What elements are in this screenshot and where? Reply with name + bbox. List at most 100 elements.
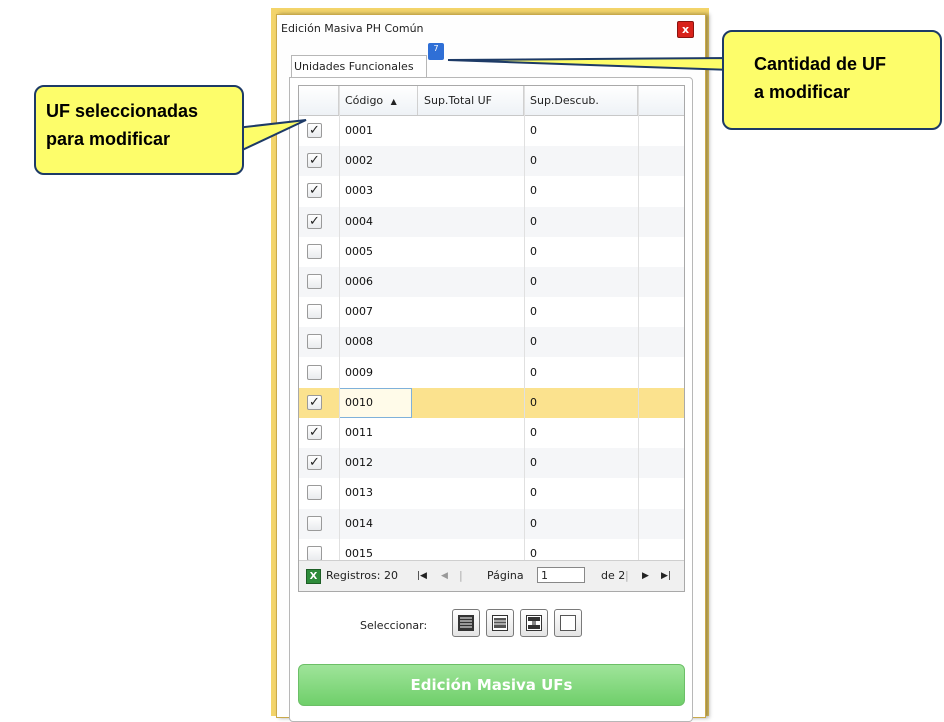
row-checkbox[interactable]: ✓ bbox=[307, 425, 322, 440]
cell-sup-total[interactable] bbox=[418, 478, 524, 508]
edicion-masiva-button[interactable]: Edición Masiva UFs bbox=[298, 664, 685, 706]
select-filter-icon bbox=[526, 615, 542, 631]
callout-right-line2: a modificar bbox=[754, 82, 851, 102]
table-row[interactable]: 0007 0 bbox=[299, 297, 684, 327]
cell-sup-descub[interactable]: 0 bbox=[524, 267, 638, 297]
cell-sup-total[interactable] bbox=[418, 327, 524, 357]
row-checkbox[interactable]: ✓ bbox=[307, 183, 322, 199]
cell-sup-total[interactable] bbox=[418, 509, 524, 539]
close-button[interactable]: x bbox=[677, 21, 694, 38]
cell-sup-total[interactable] bbox=[418, 116, 524, 146]
cell-sup-total[interactable] bbox=[418, 358, 524, 388]
cell-sup-descub[interactable]: 0 bbox=[524, 146, 638, 176]
page-number-input[interactable]: 1 bbox=[537, 567, 585, 583]
table-row[interactable]: 0014 0 bbox=[299, 508, 684, 539]
header-sup-total[interactable]: Sup.Total UF bbox=[418, 86, 524, 115]
row-checkbox[interactable] bbox=[307, 274, 322, 289]
row-checkbox[interactable]: ✓ bbox=[307, 153, 322, 169]
table-row[interactable]: 0005 0 bbox=[299, 237, 684, 267]
cell-codigo[interactable]: 0003 bbox=[339, 176, 412, 206]
cell-sup-total[interactable] bbox=[418, 388, 524, 418]
next-page-button[interactable]: ▶ bbox=[642, 569, 649, 583]
cell-sup-descub[interactable]: 0 bbox=[524, 116, 638, 146]
header-codigo-label: Código bbox=[345, 94, 384, 107]
cell-sup-total[interactable] bbox=[418, 207, 524, 237]
table-row[interactable]: ✓ 0002 0 bbox=[299, 146, 684, 177]
cell-sup-total[interactable] bbox=[418, 267, 524, 297]
cell-codigo[interactable]: 0005 bbox=[339, 237, 412, 267]
tab-count-badge: 7 bbox=[428, 43, 444, 60]
cell-sup-descub[interactable]: 0 bbox=[524, 418, 638, 448]
cell-sup-descub[interactable]: 0 bbox=[524, 297, 638, 327]
cell-codigo[interactable]: 0013 bbox=[339, 478, 412, 508]
row-checkbox[interactable] bbox=[307, 545, 322, 561]
cell-sup-descub[interactable]: 0 bbox=[524, 448, 638, 478]
table-row[interactable]: 0008 0 bbox=[299, 327, 684, 358]
row-checkbox[interactable] bbox=[307, 515, 322, 531]
cell-codigo[interactable]: 0008 bbox=[339, 327, 412, 357]
cell-sup-descub[interactable]: 0 bbox=[524, 509, 638, 539]
row-checkbox[interactable]: ✓ bbox=[307, 394, 322, 410]
row-check-cell bbox=[299, 358, 339, 388]
cell-codigo[interactable]: 0010 bbox=[339, 387, 412, 418]
cell-sup-total[interactable] bbox=[418, 146, 524, 176]
table-row[interactable]: 0009 0 bbox=[299, 358, 684, 388]
cell-codigo[interactable]: 0012 bbox=[339, 448, 412, 478]
cell-codigo[interactable]: 0007 bbox=[339, 297, 412, 327]
row-check-cell bbox=[299, 478, 339, 508]
header-codigo[interactable]: Código ▲ bbox=[339, 86, 418, 115]
last-page-button[interactable]: ▶| bbox=[661, 569, 671, 583]
table-row[interactable]: ✓ 0001 0 bbox=[299, 116, 684, 146]
cell-sup-descub[interactable]: 0 bbox=[524, 327, 638, 357]
cell-sup-total[interactable] bbox=[418, 176, 524, 206]
table-row[interactable]: ✓ 0003 0 bbox=[299, 176, 684, 206]
row-checkbox[interactable]: ✓ bbox=[307, 213, 322, 229]
select-filtered-button[interactable] bbox=[520, 609, 548, 637]
cell-sup-descub[interactable]: 0 bbox=[524, 207, 638, 237]
callout-cantidad-uf: Cantidad de UF a modificar bbox=[722, 30, 942, 130]
select-all-button[interactable] bbox=[452, 609, 480, 637]
table-row[interactable]: 0006 0 bbox=[299, 267, 684, 297]
table-row[interactable]: 0013 0 bbox=[299, 478, 684, 508]
cell-codigo[interactable]: 0014 bbox=[339, 509, 412, 539]
cell-sup-descub[interactable]: 0 bbox=[524, 358, 638, 388]
tab-unidades-funcionales[interactable]: Unidades Funcionales bbox=[291, 55, 427, 78]
cell-codigo[interactable]: 0004 bbox=[339, 207, 412, 237]
title-bar[interactable]: Edición Masiva PH Común x bbox=[277, 15, 705, 43]
deselect-icon bbox=[560, 615, 576, 631]
cell-codigo[interactable]: 0006 bbox=[339, 267, 412, 297]
row-checkbox[interactable] bbox=[307, 485, 322, 501]
cell-sup-total[interactable] bbox=[418, 237, 524, 267]
row-checkbox[interactable]: ✓ bbox=[307, 455, 322, 471]
table-row[interactable]: ✓ 0010 0 bbox=[299, 387, 684, 418]
cell-codigo[interactable]: 0001 bbox=[339, 116, 412, 146]
cell-sup-total[interactable] bbox=[418, 418, 524, 448]
row-check-cell bbox=[299, 267, 339, 297]
first-page-button[interactable]: |◀ bbox=[417, 569, 427, 583]
row-checkbox[interactable] bbox=[307, 364, 322, 380]
table-row[interactable]: ✓ 0011 0 bbox=[299, 418, 684, 448]
row-check-cell: ✓ bbox=[299, 116, 339, 146]
excel-export-icon[interactable]: X bbox=[306, 569, 321, 584]
row-checkbox[interactable] bbox=[307, 243, 322, 259]
row-checkbox[interactable] bbox=[307, 334, 322, 350]
row-checkbox[interactable] bbox=[307, 304, 322, 320]
table-row[interactable]: ✓ 0012 0 bbox=[299, 448, 684, 479]
cell-sup-total[interactable] bbox=[418, 448, 524, 478]
cell-sup-descub[interactable]: 0 bbox=[524, 176, 638, 206]
cell-sup-descub[interactable]: 0 bbox=[524, 388, 638, 418]
cell-sup-total[interactable] bbox=[418, 297, 524, 327]
prev-page-button[interactable]: ◀ bbox=[441, 569, 448, 583]
cell-codigo[interactable]: 0002 bbox=[339, 146, 412, 176]
pagina-label: Página bbox=[487, 569, 524, 582]
deselect-all-button[interactable] bbox=[554, 609, 582, 637]
cell-sup-descub[interactable]: 0 bbox=[524, 478, 638, 508]
header-sup-descub[interactable]: Sup.Descub. bbox=[524, 86, 638, 115]
cell-codigo[interactable]: 0009 bbox=[339, 358, 412, 388]
cell-sup-descub[interactable]: 0 bbox=[524, 237, 638, 267]
select-visible-button[interactable] bbox=[486, 609, 514, 637]
row-check-cell bbox=[299, 237, 339, 267]
cell-codigo[interactable]: 0011 bbox=[339, 418, 412, 448]
table-row[interactable]: ✓ 0004 0 bbox=[299, 206, 684, 237]
row-checkbox[interactable]: ✓ bbox=[307, 123, 322, 138]
